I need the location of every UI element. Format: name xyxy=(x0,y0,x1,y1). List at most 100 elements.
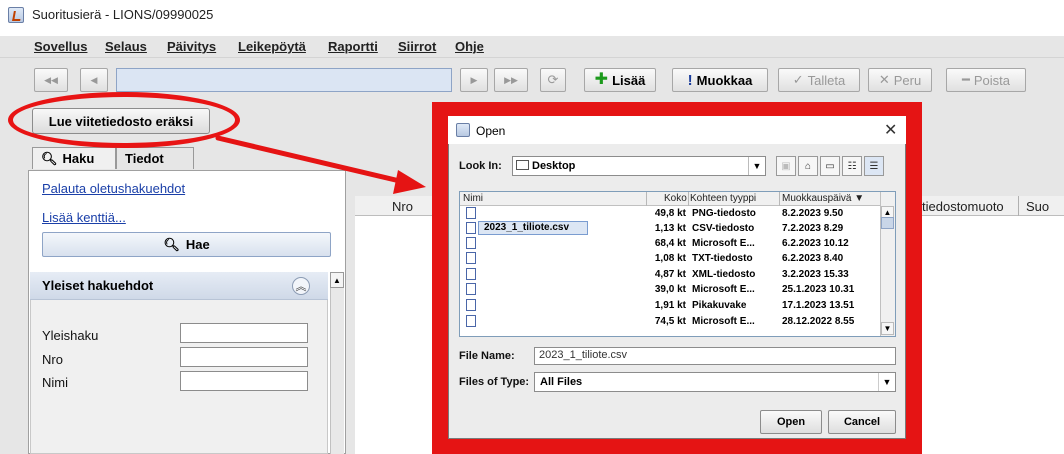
scroll-thumb[interactable] xyxy=(881,217,894,229)
nimi-input[interactable] xyxy=(180,371,308,391)
refresh-button[interactable]: ⟳ xyxy=(540,68,566,92)
column-header-tiedostomuoto[interactable]: tiedostomuoto xyxy=(922,199,1004,214)
file-icon xyxy=(466,222,476,234)
close-icon[interactable]: ✕ xyxy=(884,120,897,140)
search-icon: 🔍︎ xyxy=(41,150,58,166)
menu-raportti[interactable]: Raportti xyxy=(328,39,378,54)
last-record-button[interactable]: ▶▶ xyxy=(494,68,528,92)
file-date: 17.1.2023 13.51 xyxy=(782,300,855,311)
home-icon[interactable]: ⌂ xyxy=(798,156,818,176)
file-size: 1,91 kt xyxy=(654,300,686,311)
previous-record-button[interactable]: ◀ xyxy=(80,68,108,92)
file-type-value: All Files xyxy=(540,376,583,388)
column-separator xyxy=(779,192,780,206)
dialog-cancel-button[interactable]: Cancel xyxy=(828,410,896,434)
column-header-date[interactable]: Muokkauspäivä ▼ xyxy=(782,193,864,204)
dialog-titlebar xyxy=(448,116,906,144)
chevron-down-icon[interactable]: ▼ xyxy=(878,373,895,391)
menu-paivitys[interactable]: Päivitys xyxy=(167,39,216,54)
search-button[interactable]: 🔍︎ Hae xyxy=(42,232,331,257)
file-date: 7.2.2023 8.29 xyxy=(782,223,844,234)
file-size: 1,13 kt xyxy=(654,223,686,234)
edit-button[interactable]: ! Muokkaa xyxy=(672,68,768,92)
file-date: 6.2.2023 8.40 xyxy=(782,253,844,264)
file-size: 74,5 kt xyxy=(654,316,686,327)
column-header-suo[interactable]: Suo xyxy=(1026,199,1049,214)
menu-leikepoyta[interactable]: Leikepöytä xyxy=(238,39,306,54)
minus-icon: ━ xyxy=(962,72,970,87)
column-header-name[interactable]: Nimi xyxy=(463,193,483,204)
list-view-icon[interactable]: ☷ xyxy=(842,156,862,176)
file-size: 4,87 kt xyxy=(654,269,686,280)
menu-selaus[interactable]: Selaus xyxy=(105,39,147,54)
check-icon: ✓ xyxy=(792,72,804,87)
scroll-up-icon[interactable]: ▲ xyxy=(330,272,344,288)
tab-tiedot-label: Tiedot xyxy=(125,151,164,166)
cancel-button[interactable]: ✕ Peru xyxy=(868,68,932,92)
add-fields-link[interactable]: Lisää kenttiä... xyxy=(42,210,126,225)
delete-label: Poista xyxy=(973,72,1010,88)
column-separator xyxy=(688,192,689,206)
field-label-nimi: Nimi xyxy=(42,375,68,390)
file-icon xyxy=(466,268,476,280)
next-record-button[interactable]: ▶ xyxy=(460,68,488,92)
yleishaku-input[interactable] xyxy=(180,323,308,343)
record-navigation-field[interactable] xyxy=(116,68,452,92)
file-icon xyxy=(466,299,476,311)
file-name-label: File Name: xyxy=(459,350,515,362)
cancel-label: Peru xyxy=(893,72,922,88)
add-button[interactable]: ✚ Lisää xyxy=(584,68,656,92)
menu-sovellus[interactable]: Sovellus xyxy=(34,39,87,54)
file-size: 49,8 kt xyxy=(654,208,686,219)
scroll-down-icon[interactable]: ▼ xyxy=(881,322,894,335)
search-button-label: Hae xyxy=(185,237,210,252)
file-type: TXT-tiedosto xyxy=(692,253,753,264)
look-in-value: Desktop xyxy=(532,160,576,172)
chevron-down-icon[interactable]: ▼ xyxy=(748,157,765,175)
menu-siirrot[interactable]: Siirrot xyxy=(398,39,436,54)
delete-button[interactable]: ━ Poista xyxy=(946,68,1026,92)
add-label: Lisää xyxy=(612,72,646,88)
file-date: 8.2.2023 9.50 xyxy=(782,208,844,219)
file-type: PNG-tiedosto xyxy=(692,208,756,219)
first-record-button[interactable]: ◀◀ xyxy=(34,68,68,92)
file-name-input[interactable]: 2023_1_tiliote.csv xyxy=(534,347,896,365)
file-date: 3.2.2023 15.33 xyxy=(782,269,849,280)
menu-ohje[interactable]: Ohje xyxy=(455,39,484,54)
nro-input[interactable] xyxy=(180,347,308,367)
column-header-nro[interactable]: Nro xyxy=(392,199,413,214)
app-icon xyxy=(8,7,24,23)
file-date: 6.2.2023 10.12 xyxy=(782,238,849,249)
criteria-scrollbar[interactable] xyxy=(330,272,344,454)
file-size: 1,08 kt xyxy=(654,253,686,264)
file-size: 68,4 kt xyxy=(654,238,686,249)
tab-haku[interactable]: 🔍︎ Haku xyxy=(32,147,116,169)
save-button[interactable]: ✓ Talleta xyxy=(778,68,860,92)
new-folder-icon[interactable]: ▭ xyxy=(820,156,840,176)
search-icon: 🔍︎ xyxy=(163,236,180,252)
reset-search-link[interactable]: Palauta oletushakuehdot xyxy=(42,181,185,196)
open-button[interactable]: Open xyxy=(760,410,822,434)
field-label-nro: Nro xyxy=(42,352,63,367)
exclamation-icon: ! xyxy=(687,71,693,89)
file-icon xyxy=(466,237,476,249)
tab-haku-label: Haku xyxy=(62,151,95,166)
panel-splitter[interactable] xyxy=(346,170,355,454)
file-name-selected[interactable]: 2023_1_tiliote.csv xyxy=(484,222,569,233)
file-type-select[interactable] xyxy=(534,372,896,392)
tab-tiedot[interactable]: Tiedot xyxy=(116,147,194,169)
file-type: Microsoft E... xyxy=(692,316,755,327)
file-date: 28.12.2022 8.55 xyxy=(782,316,855,327)
highlight-ellipse xyxy=(8,92,240,148)
column-header-size[interactable]: Koko xyxy=(664,193,687,204)
toolbar: ◀◀ ◀ ▶ ▶▶ ⟳ ✚ Lisää ! Muokkaa ✓ Talleta … xyxy=(0,58,1064,98)
edit-label: Muokkaa xyxy=(696,72,753,88)
collapse-icon[interactable]: ︽ xyxy=(292,277,310,295)
up-folder-icon[interactable]: ▣ xyxy=(776,156,796,176)
close-icon: ✕ xyxy=(878,72,890,87)
file-icon xyxy=(466,283,476,295)
file-type: Microsoft E... xyxy=(692,284,755,295)
details-view-icon[interactable]: ☰ xyxy=(864,156,884,176)
column-header-type[interactable]: Kohteen tyyppi xyxy=(690,193,756,204)
dialog-app-icon xyxy=(456,123,470,137)
